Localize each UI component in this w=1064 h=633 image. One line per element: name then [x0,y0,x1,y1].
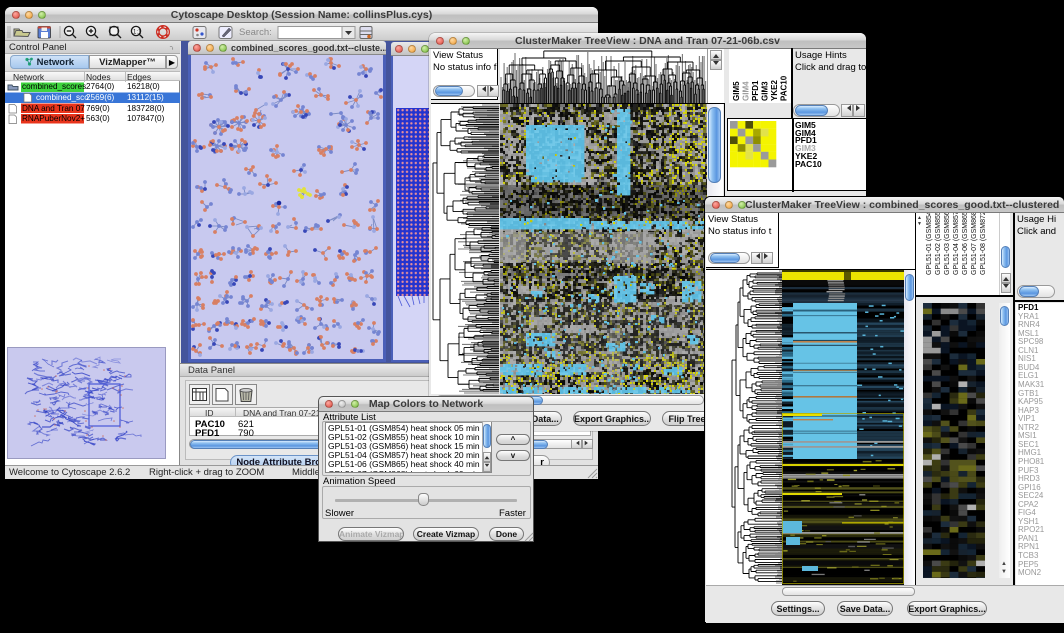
svg-text:GIM5: GIM5 [732,81,741,101]
svg-text:GPL51-08 (GSM872): GPL51-08 (GSM872) [980,213,987,275]
svg-text:Search:: Search: [239,27,272,38]
svg-text:GPL51-01 (GSM854): GPL51-01 (GSM854) [926,213,933,275]
svg-text:GPL51-07 (GSM868): GPL51-07 (GSM868) [971,213,978,275]
svg-text:GPL51-02 (GSM855): GPL51-02 (GSM855) [935,213,942,275]
svg-text:PAC10: PAC10 [780,75,789,101]
svg-text:GPL51-03 (GSM856): GPL51-03 (GSM856) [944,213,951,275]
svg-text:1:1: 1:1 [133,30,142,36]
svg-text:GIM4: GIM4 [742,81,751,101]
svg-text:PFD1: PFD1 [751,80,760,101]
svg-text:GIM3: GIM3 [761,81,770,101]
svg-text:GPL51-06 (GSM865): GPL51-06 (GSM865) [962,213,969,275]
svg-text:GPL51-04 (GSM857): GPL51-04 (GSM857) [953,213,960,275]
svg-text:YKE2: YKE2 [770,80,779,101]
